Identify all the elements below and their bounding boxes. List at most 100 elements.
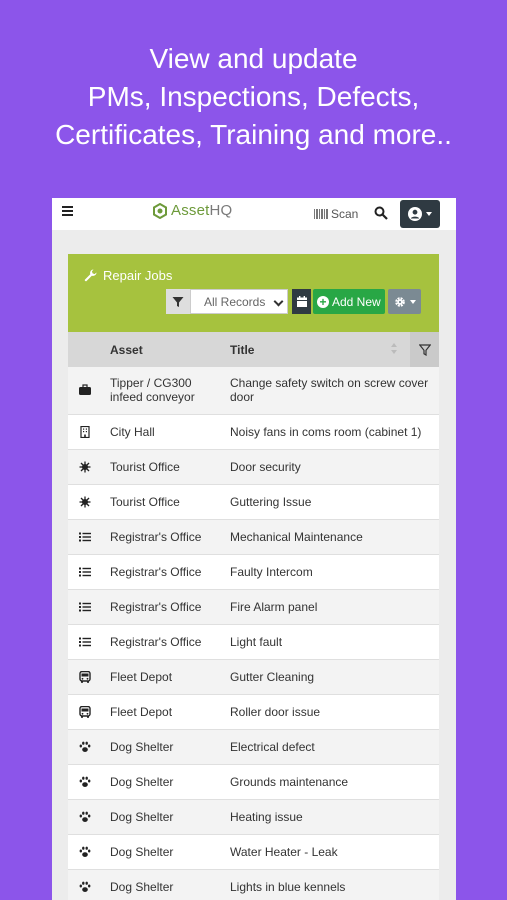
headline-line-2: PMs, Inspections, Defects, [87, 81, 420, 112]
row-asset: Fleet Depot [110, 705, 173, 719]
calendar-icon [296, 296, 307, 307]
app-screen: AssetHQ Scan Repair Jobs All Records + A… [52, 198, 456, 900]
row-title: Noisy fans in coms room (cabinet 1) [230, 425, 422, 439]
row-asset: Dog Shelter [110, 775, 174, 789]
row-asset: Registrar's Office [110, 600, 202, 614]
gear-icon [394, 296, 405, 307]
table-row[interactable]: Dog Shelter Heating issue [68, 800, 439, 835]
table-row[interactable]: Dog Shelter Grounds maintenance [68, 765, 439, 800]
scan-button[interactable]: Scan [314, 207, 358, 221]
list-icon [79, 636, 91, 648]
row-title: Grounds maintenance [230, 775, 349, 789]
table-row[interactable]: Registrar's Office Fire Alarm panel [68, 590, 439, 625]
logo-prefix: Asset [171, 202, 210, 219]
column-header-asset[interactable]: Asset [110, 343, 143, 357]
table-row[interactable]: City Hall Noisy fans in coms room (cabine… [68, 415, 439, 450]
table-row[interactable]: Tourist Office Door security [68, 450, 439, 485]
bus-icon [79, 705, 91, 718]
row-title: Lights in blue kennels [230, 880, 346, 894]
virus-icon [79, 496, 91, 508]
table-row[interactable]: Registrar's Office Faulty Intercom [68, 555, 439, 590]
funnel-icon [172, 296, 184, 307]
records-filter-select[interactable]: All Records [190, 289, 288, 314]
column-header-title[interactable]: Title [230, 343, 254, 357]
row-asset: Dog Shelter [110, 810, 174, 824]
row-asset: Tourist Office [110, 495, 180, 509]
search-icon[interactable] [374, 206, 388, 220]
paw-icon [79, 846, 91, 858]
paw-icon [79, 776, 91, 788]
row-asset: Tipper / CG300 infeed conveyor [110, 376, 195, 404]
table-row[interactable]: Tipper / CG300 infeed conveyor Change saf… [68, 367, 439, 415]
add-new-label: Add New [332, 294, 381, 309]
row-asset: City Hall [110, 425, 155, 439]
hamburger-menu-icon[interactable] [62, 206, 73, 216]
table-row[interactable]: Dog Shelter Lights in blue kennels [68, 870, 439, 900]
row-title: Water Heater - Leak [230, 845, 338, 859]
filter-button[interactable] [166, 289, 190, 314]
row-asset: Dog Shelter [110, 740, 174, 754]
row-asset: Registrar's Office [110, 530, 202, 544]
repair-jobs-header: Repair Jobs All Records + Add New [68, 254, 439, 332]
paw-icon [79, 811, 91, 823]
row-title: Roller door issue [230, 705, 321, 719]
row-asset: Dog Shelter [110, 880, 174, 894]
row-title: Gutter Cleaning [230, 670, 315, 684]
user-circle-icon [408, 207, 422, 221]
row-title: Heating issue [230, 810, 303, 824]
panel-title: Repair Jobs [84, 268, 172, 283]
add-new-button[interactable]: + Add New [313, 289, 385, 314]
promo-headline: View and update PMs, Inspections, Defect… [0, 40, 507, 154]
user-menu-button[interactable] [400, 200, 440, 228]
table-header: Asset Title [68, 332, 439, 367]
logo-text: AssetHQ [171, 202, 232, 219]
chevron-down-icon [273, 296, 284, 307]
paw-icon [79, 741, 91, 753]
row-asset: Registrar's Office [110, 565, 202, 579]
scan-label: Scan [331, 207, 359, 221]
column-filter-button[interactable] [410, 332, 439, 367]
table-row[interactable]: Registrar's Office Light fault [68, 625, 439, 660]
bus-icon [79, 670, 91, 683]
paw-icon [79, 881, 91, 893]
logo-mark-icon [153, 202, 167, 219]
table-row[interactable]: Tourist Office Guttering Issue [68, 485, 439, 520]
truck-icon [79, 384, 91, 396]
row-asset: Registrar's Office [110, 635, 202, 649]
repair-jobs-table: Tipper / CG300 infeed conveyor Change saf… [68, 367, 439, 900]
top-navbar: AssetHQ Scan [52, 198, 456, 230]
wrench-icon [84, 269, 97, 282]
row-asset: Tourist Office [110, 460, 180, 474]
building-icon [79, 425, 91, 439]
plus-circle-icon: + [317, 295, 329, 308]
calendar-button[interactable] [292, 289, 311, 314]
settings-dropdown-button[interactable] [388, 289, 421, 314]
records-filter-value: All Records [204, 295, 266, 309]
row-title: Guttering Issue [230, 495, 312, 509]
funnel-outline-icon [418, 343, 431, 356]
row-title: Electrical defect [230, 740, 315, 754]
chevron-down-icon [426, 212, 432, 216]
list-icon [79, 531, 91, 543]
table-row[interactable]: Dog Shelter Water Heater - Leak [68, 835, 439, 870]
row-title: Change safety switch on screw cover door [230, 376, 429, 404]
list-icon [79, 566, 91, 578]
barcode-icon [314, 209, 328, 219]
row-title: Fire Alarm panel [230, 600, 318, 614]
app-logo[interactable]: AssetHQ [152, 202, 232, 219]
table-row[interactable]: Dog Shelter Electrical defect [68, 730, 439, 765]
list-icon [79, 601, 91, 613]
table-row[interactable]: Fleet Depot Gutter Cleaning [68, 660, 439, 695]
panel-title-text: Repair Jobs [103, 268, 173, 283]
virus-icon [79, 461, 91, 473]
row-title: Mechanical Maintenance [230, 530, 363, 544]
row-asset: Fleet Depot [110, 670, 173, 684]
table-row[interactable]: Registrar's Office Mechanical Maintenance [68, 520, 439, 555]
sort-icon[interactable] [390, 343, 398, 355]
row-asset: Dog Shelter [110, 845, 174, 859]
headline-line-1: View and update [149, 43, 358, 74]
chevron-down-icon [409, 299, 416, 304]
row-title: Door security [230, 460, 301, 474]
headline-line-3: Certificates, Training and more.. [55, 119, 452, 150]
table-row[interactable]: Fleet Depot Roller door issue [68, 695, 439, 730]
